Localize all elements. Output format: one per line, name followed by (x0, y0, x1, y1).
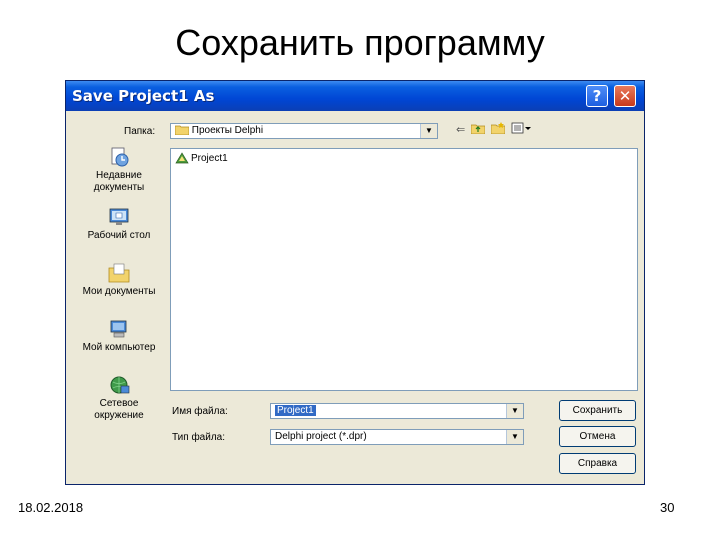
folder-icon (174, 125, 190, 136)
filename-value: Project1 (275, 405, 316, 416)
place-my-computer[interactable]: Мой компьютер (74, 318, 164, 354)
navigation-toolbar: ⇐ (456, 121, 532, 137)
file-list[interactable]: Project1 (170, 148, 638, 391)
dialog-title: Save Project1 As (72, 87, 215, 105)
view-menu-icon[interactable] (511, 122, 532, 137)
slide-page-number: 30 (660, 500, 675, 515)
save-in-dropdown[interactable]: Проекты Delphi ▼ (170, 123, 438, 139)
place-desktop[interactable]: Рабочий стол (74, 206, 164, 242)
save-project-dialog: Save Project1 As ? ✕ Папка: Проекты Delp… (65, 80, 645, 485)
file-name: Project1 (191, 152, 228, 164)
filetype-label: Тип файла: (172, 432, 225, 443)
my-documents-icon (108, 263, 130, 283)
dialog-titlebar[interactable]: Save Project1 As ? ✕ (66, 81, 644, 111)
place-recent-documents[interactable]: Недавние документы (74, 146, 164, 194)
chevron-down-icon[interactable]: ▼ (420, 124, 437, 138)
slide-title: Сохранить программу (175, 22, 545, 63)
help-titlebar-button[interactable]: ? (586, 85, 608, 107)
place-network[interactable]: Сетевое окружение (74, 374, 164, 422)
chevron-down-icon[interactable]: ▼ (506, 430, 523, 444)
filename-label: Имя файла: (172, 406, 228, 417)
help-button[interactable]: Справка (559, 453, 636, 474)
save-in-value: Проекты Delphi (191, 125, 264, 136)
network-places-icon (110, 376, 130, 394)
slide-date: 18.02.2018 (18, 500, 84, 515)
new-folder-icon[interactable] (490, 121, 506, 137)
filetype-value: Delphi project (*.dpr) (275, 431, 367, 442)
close-button[interactable]: ✕ (614, 85, 636, 107)
delphi-project-icon (175, 152, 189, 164)
place-label: Мой компьютер (82, 342, 156, 353)
cancel-button[interactable]: Отмена (559, 426, 636, 447)
back-icon[interactable]: ⇐ (456, 123, 465, 136)
desktop-icon (109, 208, 129, 225)
my-computer-icon (110, 320, 127, 338)
place-my-documents[interactable]: Мои документы (74, 262, 164, 298)
list-item[interactable]: Project1 (175, 152, 228, 164)
save-in-label: Папка: (124, 126, 156, 137)
filetype-dropdown[interactable]: Delphi project (*.dpr) ▼ (270, 429, 524, 445)
recent-documents-icon (111, 147, 129, 167)
chevron-down-icon[interactable]: ▼ (506, 404, 523, 418)
save-button[interactable]: Сохранить (559, 400, 636, 421)
up-folder-icon[interactable] (470, 122, 486, 137)
place-label: Мои документы (82, 286, 156, 297)
filename-input[interactable]: Project1 ▼ (270, 403, 524, 419)
place-label: Сетевое окружение (94, 398, 144, 421)
place-label: Рабочий стол (87, 230, 151, 241)
place-label: Недавние документы (93, 170, 145, 193)
